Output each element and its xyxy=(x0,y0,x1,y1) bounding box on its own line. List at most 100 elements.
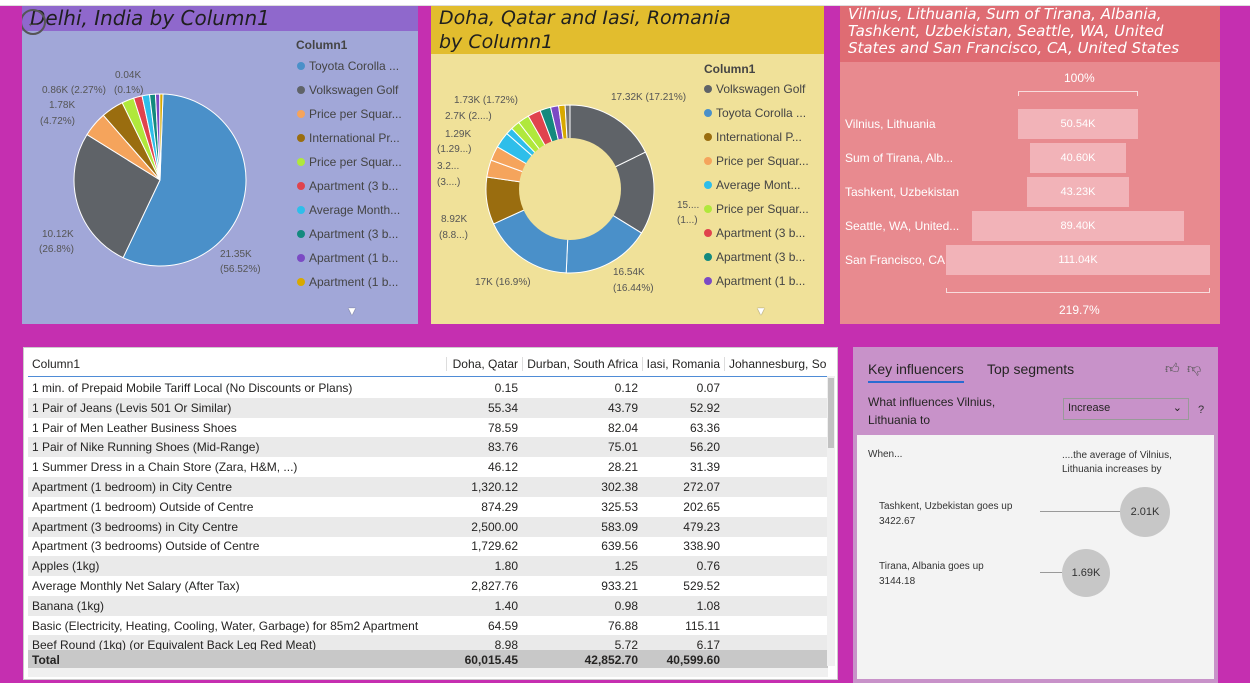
key-influencers-panel[interactable]: Key influencers Top segments 👍︎ 👎︎ What … xyxy=(853,347,1218,683)
funnel-panel[interactable]: Vilnius, Lithuania, Sum of Tirana, Alban… xyxy=(840,6,1220,324)
legend-item[interactable]: Price per Squar... xyxy=(704,154,809,168)
legend-item[interactable]: Apartment (1 b... xyxy=(704,274,805,288)
legend-item[interactable]: Toyota Corolla ... xyxy=(297,59,399,73)
data-label: (0.1%) xyxy=(114,85,144,96)
funnel-bar[interactable]: 50.54K xyxy=(1017,109,1139,139)
delhi-pie-panel[interactable]: Delhi, India by Column1 ← Column1 Toyota… xyxy=(22,6,418,324)
dropdown-value: Increase xyxy=(1068,402,1111,414)
panel-title: Delhi, India by Column1 xyxy=(22,6,418,31)
doha-donut-chart[interactable] xyxy=(485,104,655,274)
legend-item[interactable]: Price per Squar... xyxy=(297,155,402,169)
table-row[interactable]: Apartment (3 bedrooms) Outside of Centre… xyxy=(28,536,828,556)
legend-item[interactable]: Toyota Corolla ... xyxy=(704,106,806,120)
scrollbar-thumb[interactable] xyxy=(828,378,834,448)
data-label: (8.8...) xyxy=(439,230,468,241)
table-row[interactable]: 1 Pair of Men Leather Business Shoes 78.5… xyxy=(28,418,828,438)
column-header[interactable]: Iasi, Romania xyxy=(642,356,724,371)
funnel-bar[interactable]: 89.40K xyxy=(971,211,1185,241)
table-cell: 0.76 xyxy=(696,559,720,574)
table-row[interactable]: 1 min. of Prepaid Mobile Tariff Local (N… xyxy=(28,378,828,398)
legend-dot-icon xyxy=(704,85,712,93)
table-row[interactable]: 1 Pair of Nike Running Shoes (Mid-Range)… xyxy=(28,437,828,458)
legend-item[interactable]: Apartment (1 b... xyxy=(297,251,398,265)
legend-item[interactable]: Average Month... xyxy=(297,203,400,217)
legend-item[interactable]: International P... xyxy=(704,130,802,144)
table-cell: 52.92 xyxy=(689,400,720,415)
thumbs-down-icon[interactable]: 👎︎ xyxy=(1187,360,1201,377)
panel-title: Doha, Qatar and Iasi, Romania by Column1 xyxy=(431,6,824,54)
total-value: 42,852.70 xyxy=(584,653,638,667)
horizontal-scrollbar[interactable] xyxy=(28,668,828,677)
table-row[interactable]: 1 Pair of Jeans (Levis 501 Or Similar) 55… xyxy=(28,397,828,418)
table-row[interactable]: Banana (1kg) 1.40 0.98 1.08 xyxy=(28,595,828,616)
legend-item[interactable]: Apartment (3 b... xyxy=(297,179,398,193)
table-cell: 115.11 xyxy=(685,618,720,633)
funnel-label: Vilnius, Lithuania xyxy=(845,117,936,131)
table-row[interactable]: Apartment (1 bedroom) Outside of Centre 8… xyxy=(28,497,828,517)
table-cell: 933.21 xyxy=(601,579,638,593)
table-row[interactable]: Average Monthly Net Salary (After Tax) 2,… xyxy=(28,576,828,596)
table-cell: 55.34 xyxy=(487,400,518,415)
data-table[interactable]: Column1 Doha, Qatar Durban, South Africa… xyxy=(23,347,838,680)
table-cell: 1.25 xyxy=(614,559,638,574)
data-label: 2.7K (2....) xyxy=(445,111,492,122)
legend-dot-icon xyxy=(297,158,305,166)
funnel-row[interactable]: San Francisco, CA, ... 111.04K xyxy=(840,245,1220,275)
chevron-down-icon: ⌄ xyxy=(1172,402,1182,414)
tab-top-segments[interactable]: Top segments xyxy=(987,361,1074,377)
legend-item[interactable]: Price per Squar... xyxy=(297,107,402,121)
chevron-down-icon[interactable]: ▼ xyxy=(346,304,358,318)
funnel-bar[interactable]: 40.60K xyxy=(1029,143,1127,173)
funnel-label: San Francisco, CA, ... xyxy=(845,253,962,267)
legend-title: Column1 xyxy=(296,38,348,52)
column-header[interactable]: Johannesburg, So xyxy=(724,356,828,371)
table-row[interactable]: Apartment (3 bedrooms) in City Centre 2,5… xyxy=(28,516,828,537)
table-row[interactable]: Apartment (1 bedroom) in City Centre 1,32… xyxy=(28,477,828,497)
delhi-pie-chart[interactable] xyxy=(72,92,248,268)
legend-item[interactable]: Volkswagen Golf xyxy=(704,82,805,96)
funnel-label: Tashkent, Uzbekistan xyxy=(845,185,960,199)
legend-label: Price per Squar... xyxy=(716,154,809,168)
table-cell: 302.38 xyxy=(601,480,638,494)
table-cell: 1 Pair of Jeans (Levis 501 Or Similar) xyxy=(32,400,232,415)
influencer-item[interactable]: Tirana, Albania goes up 3144.18 1.69K xyxy=(857,547,1214,607)
table-row[interactable]: 1 Summer Dress in a Chain Store (Zara, H… xyxy=(28,457,828,477)
legend-item[interactable]: International Pr... xyxy=(297,131,400,145)
legend-item[interactable]: Apartment (3 b... xyxy=(704,250,805,264)
chevron-down-icon[interactable]: ▼ xyxy=(755,304,767,318)
tab-key-influencers[interactable]: Key influencers xyxy=(868,361,964,383)
influencer-text: Tirana, Albania goes up 3144.18 xyxy=(879,561,984,587)
increase-dropdown[interactable]: Increase ⌄ xyxy=(1063,398,1189,420)
legend-item[interactable]: Apartment (3 b... xyxy=(704,226,805,240)
column-header[interactable]: Column1 xyxy=(28,357,446,371)
legend-dot-icon xyxy=(297,206,305,214)
thumbs-up-icon[interactable]: 👍︎ xyxy=(1165,360,1180,377)
funnel-row[interactable]: Tashkent, Uzbekistan 43.23K xyxy=(840,177,1220,207)
funnel-row[interactable]: Vilnius, Lithuania 50.54K xyxy=(840,109,1220,139)
legend-item[interactable]: Apartment (3 b... xyxy=(297,227,398,241)
funnel-row[interactable]: Seattle, WA, United... 89.40K xyxy=(840,211,1220,241)
table-cell: Basic (Electricity, Heating, Cooling, Wa… xyxy=(32,618,419,633)
legend-item[interactable]: Volkswagen Golf xyxy=(297,83,398,97)
legend-label: Apartment (3 b... xyxy=(309,179,399,193)
table-cell: 1,729.62 xyxy=(471,539,518,554)
legend-item[interactable]: Average Mont... xyxy=(704,178,801,192)
doha-donut-panel[interactable]: Doha, Qatar and Iasi, Romania by Column1… xyxy=(431,6,824,324)
column-header[interactable]: Durban, South Africa xyxy=(522,356,642,371)
funnel-bar[interactable]: 111.04K xyxy=(946,245,1210,275)
table-cell: 639.56 xyxy=(601,539,638,554)
legend-label: Price per Squar... xyxy=(716,202,809,216)
help-icon[interactable]: ? xyxy=(1198,404,1204,416)
influencer-item[interactable]: Tashkent, Uzbekistan goes up 3422.67 2.0… xyxy=(857,487,1214,547)
table-row[interactable]: Basic (Electricity, Heating, Cooling, Wa… xyxy=(28,616,828,636)
legend-item[interactable]: Price per Squar... xyxy=(704,202,809,216)
table-row[interactable]: Apples (1kg) 1.80 1.25 0.76 xyxy=(28,556,828,577)
funnel-bar[interactable]: 43.23K xyxy=(1026,177,1130,207)
legend-item[interactable]: Apartment (1 b... xyxy=(297,275,398,289)
funnel-row[interactable]: Sum of Tirana, Alb... 40.60K xyxy=(840,143,1220,173)
table-cell: Apartment (1 bedroom) Outside of Centre xyxy=(32,499,254,514)
column-header[interactable]: Doha, Qatar xyxy=(446,356,522,371)
back-icon[interactable]: ← xyxy=(22,9,46,35)
table-cell: 83.76 xyxy=(487,440,518,455)
data-label: 8.92K xyxy=(441,214,468,225)
